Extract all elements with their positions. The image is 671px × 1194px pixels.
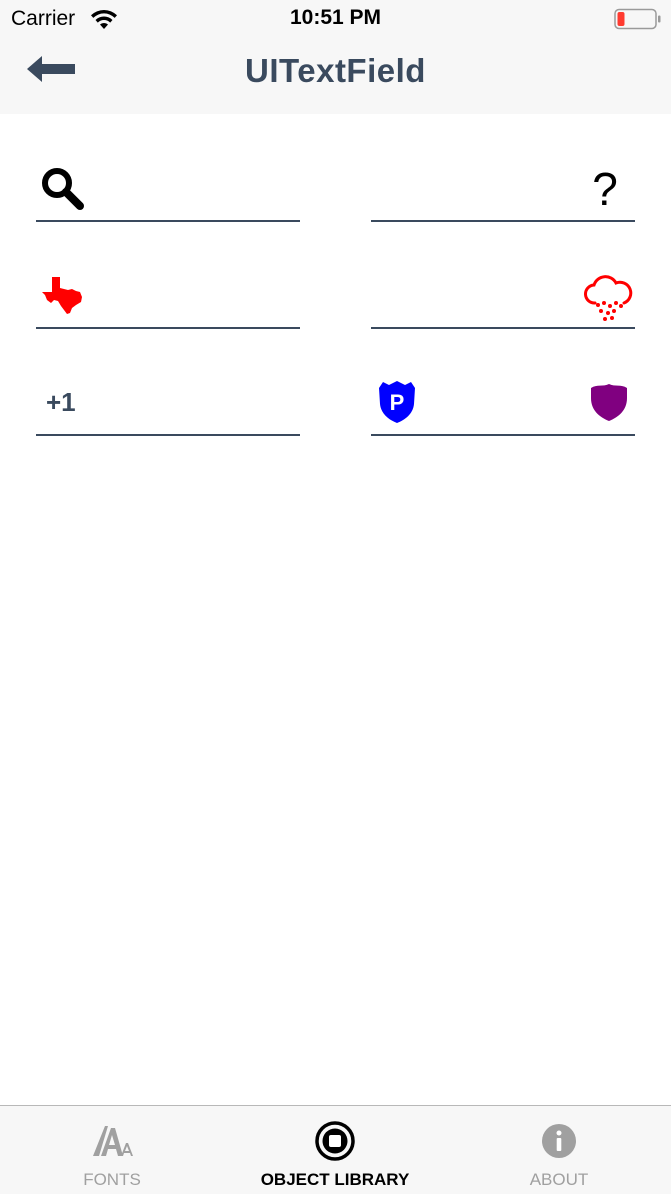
nav-bar: UITextField [0, 38, 671, 114]
status-bar: Carrier 10:51 PM [0, 0, 671, 38]
police-badge-p-icon: P [377, 380, 417, 424]
tab-fonts-label: FONTS [83, 1170, 141, 1189]
phone-text-field[interactable]: +1 [36, 366, 300, 436]
weather-text-field[interactable] [371, 259, 635, 329]
texas-text-field[interactable] [36, 259, 300, 329]
nav-title: UITextField [245, 52, 426, 89]
search-text-field[interactable] [36, 152, 300, 222]
texas-state-icon [42, 275, 84, 315]
fonts-icon [91, 1120, 133, 1162]
tab-bar: FONTS OBJECT LIBRARY ABOUT [0, 1105, 671, 1194]
question-mark-label: ? [592, 163, 618, 215]
screen: Carrier 10:51 PM UITextField ? +1 P FONT… [0, 0, 671, 1194]
battery-low-icon [614, 8, 661, 30]
status-time: 10:51 PM [289, 6, 382, 29]
cloud-hail-icon [583, 275, 633, 321]
tab-about-label: ABOUT [529, 1170, 589, 1189]
question-mark-icon: ? [585, 162, 625, 216]
tab-fonts[interactable]: FONTS [0, 1106, 224, 1194]
badge-text-field[interactable]: P [371, 366, 635, 436]
tab-about[interactable]: ABOUT [447, 1106, 671, 1194]
object-library-icon [314, 1120, 356, 1162]
svg-text:P: P [390, 390, 405, 415]
phone-prefix: +1 [46, 384, 76, 420]
help-text-field[interactable]: ? [371, 152, 635, 222]
phone-prefix-label: +1 [46, 386, 76, 417]
tab-object-library[interactable]: OBJECT LIBRARY [223, 1106, 447, 1194]
tab-object-library-label: OBJECT LIBRARY [260, 1170, 410, 1189]
shield-icon [589, 382, 629, 422]
search-icon [40, 166, 84, 210]
info-icon [538, 1120, 580, 1162]
